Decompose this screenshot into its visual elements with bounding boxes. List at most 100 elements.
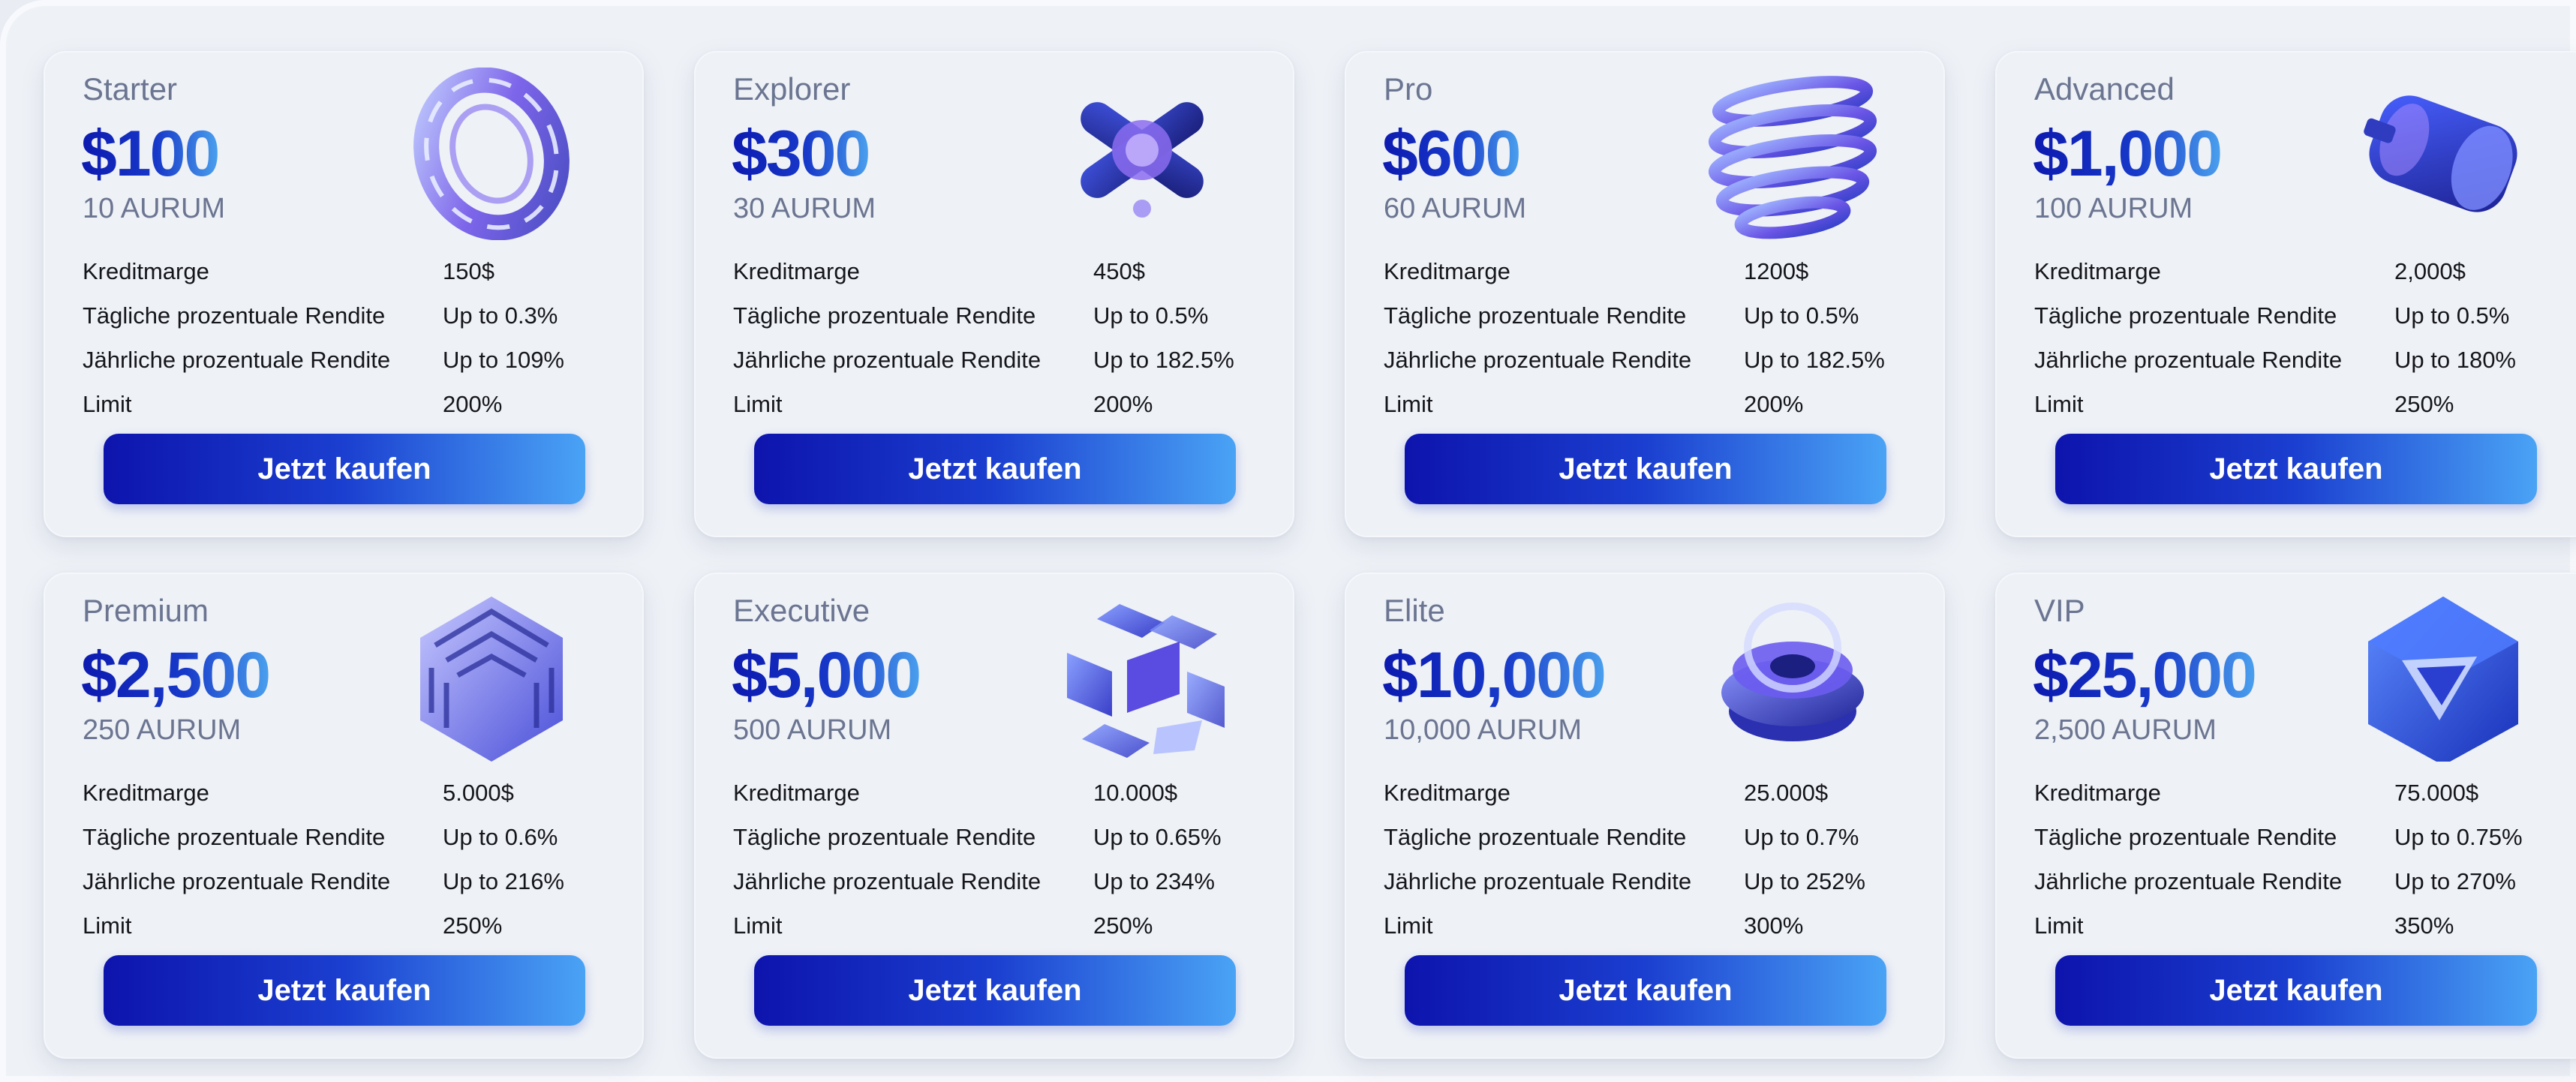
buy-now-button[interactable]: Jetzt kaufen [1405, 955, 1886, 1026]
plan-card-premium: Premium $2,500 250 AURUM Kreditmarge 5.000$ T… [44, 573, 644, 1059]
detail-label: Kreditmarge [83, 779, 209, 806]
detail-label: Kreditmarge [733, 779, 860, 806]
detail-value: 300% [1744, 912, 1804, 939]
plan-detail-row: Jährliche prozentuale Rendite Up to 216% [83, 859, 608, 903]
detail-value: Up to 0.75% [2394, 823, 2523, 850]
plan-detail-row: Tägliche prozentuale Rendite Up to 0.7% [1384, 815, 1909, 859]
plan-detail-row: Jährliche prozentuale Rendite Up to 182.5… [1384, 338, 1909, 382]
plan-detail-row: Limit 350% [2034, 903, 2559, 948]
buy-now-button[interactable]: Jetzt kaufen [2055, 434, 2537, 504]
detail-value: 450$ [1093, 257, 1145, 284]
plan-price: $10,000 [1382, 639, 1607, 711]
detail-value: Up to 0.7% [1744, 823, 1859, 850]
detail-value: Up to 0.65% [1093, 823, 1222, 850]
buy-now-button[interactable]: Jetzt kaufen [1405, 434, 1886, 504]
plan-detail-row: Tägliche prozentuale Rendite Up to 0.75% [2034, 815, 2559, 859]
detail-value: 10.000$ [1093, 779, 1178, 806]
plan-details: Kreditmarge 75.000$ Tägliche prozentuale R… [2034, 771, 2559, 948]
plan-tokens: 2,500 AURUM [2034, 714, 2217, 746]
ring-stack-icon [1699, 589, 1886, 762]
plan-detail-row: Kreditmarge 150$ [83, 249, 608, 293]
plan-detail-row: Limit 300% [1384, 903, 1909, 948]
plan-detail-row: Tägliche prozentuale Rendite Up to 0.5% [2034, 293, 2559, 338]
detail-label: Kreditmarge [83, 257, 209, 284]
plan-detail-row: Jährliche prozentuale Rendite Up to 252% [1384, 859, 1909, 903]
detail-value: Up to 252% [1744, 867, 1865, 894]
detail-label: Kreditmarge [2034, 257, 2161, 284]
maze-cube-icon [398, 589, 585, 762]
plan-name: Starter [83, 71, 178, 107]
detail-label: Jährliche prozentuale Rendite [1384, 346, 1692, 373]
detail-value: 1200$ [1744, 257, 1809, 284]
detail-label: Tägliche prozentuale Rendite [733, 302, 1036, 329]
detail-label: Jährliche prozentuale Rendite [733, 346, 1042, 373]
pricing-panel: Starter $100 10 AURUM Kreditmarge 150$ Täglic… [0, 0, 2576, 1082]
detail-label: Kreditmarge [1384, 779, 1510, 806]
detail-label: Jährliche prozentuale Rendite [733, 867, 1042, 894]
plan-detail-row: Kreditmarge 10.000$ [733, 771, 1258, 815]
detail-label: Limit [1384, 390, 1433, 417]
plan-name: Pro [1384, 71, 1433, 107]
detail-value: 2,000$ [2394, 257, 2466, 284]
plan-card-pro: Pro $600 60 AURUM Kreditmarge 1200$ Tägliche … [1345, 51, 1945, 537]
detail-label: Tägliche prozentuale Rendite [2034, 823, 2337, 850]
detail-value: Up to 234% [1093, 867, 1215, 894]
plan-details: Kreditmarge 25.000$ Tägliche prozentuale R… [1384, 771, 1909, 948]
detail-label: Kreditmarge [2034, 779, 2161, 806]
buy-now-button[interactable]: Jetzt kaufen [104, 955, 585, 1026]
detail-label: Tägliche prozentuale Rendite [733, 823, 1036, 850]
detail-value: 250% [2394, 390, 2454, 417]
plan-detail-row: Jährliche prozentuale Rendite Up to 180% [2034, 338, 2559, 382]
plan-price: $100 [81, 118, 220, 190]
detail-value: 200% [1744, 390, 1804, 417]
plan-tokens: 30 AURUM [733, 193, 876, 224]
detail-value: Up to 270% [2394, 867, 2516, 894]
plan-name: Explorer [733, 71, 851, 107]
plan-details: Kreditmarge 10.000$ Tägliche prozentuale R… [733, 771, 1258, 948]
plan-price: $600 [1382, 118, 1521, 190]
plan-detail-row: Kreditmarge 75.000$ [2034, 771, 2559, 815]
plan-detail-row: Tägliche prozentuale Rendite Up to 0.65% [733, 815, 1258, 859]
detail-label: Limit [2034, 390, 2084, 417]
plan-price: $2,500 [81, 639, 271, 711]
plan-detail-row: Limit 250% [83, 903, 608, 948]
plan-details: Kreditmarge 2,000$ Tägliche prozentuale Re… [2034, 249, 2559, 426]
detail-label: Jährliche prozentuale Rendite [2034, 346, 2343, 373]
plan-name: Elite [1384, 593, 1445, 628]
buy-now-button[interactable]: Jetzt kaufen [2055, 955, 2537, 1026]
plan-price: $1,000 [2033, 118, 2223, 190]
plan-details: Kreditmarge 1200$ Tägliche prozentuale Ren… [1384, 249, 1909, 426]
exploded-cube-icon [1048, 589, 1236, 762]
plan-tokens: 250 AURUM [83, 714, 242, 746]
plan-detail-row: Limit 250% [733, 903, 1258, 948]
detail-label: Tägliche prozentuale Rendite [83, 302, 386, 329]
glass-cube-icon [2349, 589, 2537, 765]
detail-value: Up to 180% [2394, 346, 2516, 373]
buy-now-button[interactable]: Jetzt kaufen [754, 955, 1236, 1026]
plan-detail-row: Kreditmarge 25.000$ [1384, 771, 1909, 815]
buy-now-button[interactable]: Jetzt kaufen [104, 434, 585, 504]
detail-label: Jährliche prozentuale Rendite [83, 346, 391, 373]
detail-value: Up to 182.5% [1744, 346, 1885, 373]
plan-tokens: 60 AURUM [1384, 193, 1527, 224]
detail-value: 200% [1093, 390, 1153, 417]
plan-tokens: 100 AURUM [2034, 193, 2193, 224]
detail-value: 5.000$ [443, 779, 514, 806]
plan-detail-row: Jährliche prozentuale Rendite Up to 182.5… [733, 338, 1258, 382]
detail-label: Jährliche prozentuale Rendite [2034, 867, 2343, 894]
plan-detail-row: Kreditmarge 2,000$ [2034, 249, 2559, 293]
detail-label: Tägliche prozentuale Rendite [83, 823, 386, 850]
detail-value: 75.000$ [2394, 779, 2479, 806]
detail-label: Tägliche prozentuale Rendite [1384, 302, 1687, 329]
plan-name: VIP [2034, 593, 2085, 628]
detail-label: Limit [83, 912, 132, 939]
plan-price: $5,000 [732, 639, 921, 711]
detail-label: Limit [1384, 912, 1433, 939]
detail-label: Jährliche prozentuale Rendite [1384, 867, 1692, 894]
buy-now-button[interactable]: Jetzt kaufen [754, 434, 1236, 504]
spiral-sphere-icon [1699, 68, 1886, 240]
detail-value: Up to 0.5% [1744, 302, 1859, 329]
plan-card-explorer: Explorer $300 30 AURUM Kreditmarge 450$ Tägli… [694, 51, 1294, 537]
detail-label: Kreditmarge [733, 257, 860, 284]
detail-value: Up to 216% [443, 867, 564, 894]
